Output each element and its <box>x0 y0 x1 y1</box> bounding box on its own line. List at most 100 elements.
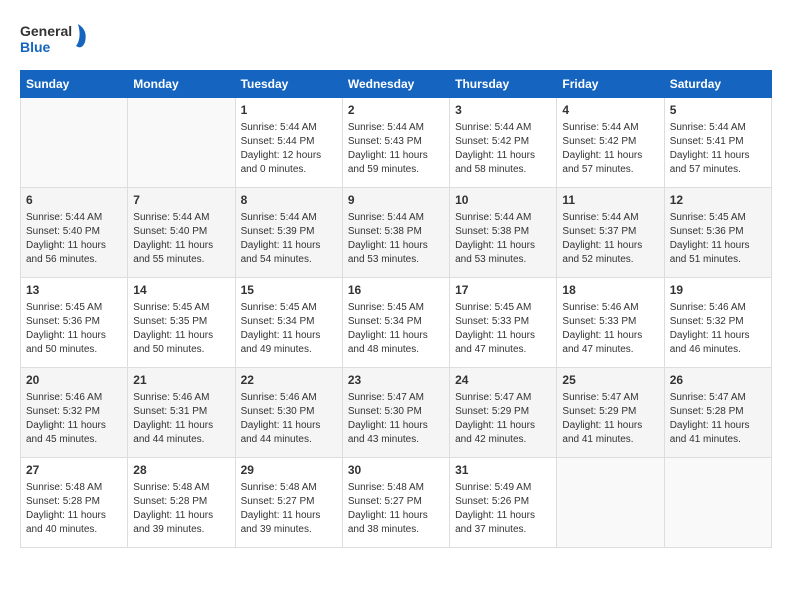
cell-line: Daylight: 11 hours and 46 minutes. <box>670 330 750 355</box>
calendar-week-3: 13Sunrise: 5:45 AMSunset: 5:36 PMDayligh… <box>21 278 772 368</box>
cell-line: Sunset: 5:38 PM <box>348 226 422 237</box>
calendar-table: SundayMondayTuesdayWednesdayThursdayFrid… <box>20 70 772 548</box>
header-cell-monday: Monday <box>128 71 235 98</box>
day-number: 24 <box>455 372 551 389</box>
cell-content: Sunrise: 5:44 AMSunset: 5:40 PMDaylight:… <box>133 211 229 267</box>
day-number: 21 <box>133 372 229 389</box>
cell-line: Sunrise: 5:48 AM <box>26 482 102 493</box>
calendar-cell: 19Sunrise: 5:46 AMSunset: 5:32 PMDayligh… <box>664 278 771 368</box>
day-number: 3 <box>455 102 551 119</box>
calendar-week-5: 27Sunrise: 5:48 AMSunset: 5:28 PMDayligh… <box>21 458 772 548</box>
cell-content: Sunrise: 5:44 AMSunset: 5:42 PMDaylight:… <box>562 121 658 177</box>
cell-content: Sunrise: 5:46 AMSunset: 5:32 PMDaylight:… <box>670 301 766 357</box>
day-number: 27 <box>26 462 122 479</box>
cell-line: Sunset: 5:35 PM <box>133 316 207 327</box>
calendar-cell: 22Sunrise: 5:46 AMSunset: 5:30 PMDayligh… <box>235 368 342 458</box>
cell-line: Sunrise: 5:44 AM <box>348 212 424 223</box>
cell-line: Sunset: 5:34 PM <box>241 316 315 327</box>
cell-content: Sunrise: 5:45 AMSunset: 5:33 PMDaylight:… <box>455 301 551 357</box>
cell-content: Sunrise: 5:45 AMSunset: 5:36 PMDaylight:… <box>26 301 122 357</box>
cell-line: Daylight: 11 hours and 47 minutes. <box>455 330 535 355</box>
cell-line: Sunrise: 5:48 AM <box>348 482 424 493</box>
header-cell-wednesday: Wednesday <box>342 71 449 98</box>
calendar-cell: 15Sunrise: 5:45 AMSunset: 5:34 PMDayligh… <box>235 278 342 368</box>
cell-line: Sunset: 5:42 PM <box>562 136 636 147</box>
calendar-cell <box>664 458 771 548</box>
calendar-cell <box>557 458 664 548</box>
cell-content: Sunrise: 5:44 AMSunset: 5:44 PMDaylight:… <box>241 121 337 177</box>
cell-content: Sunrise: 5:44 AMSunset: 5:43 PMDaylight:… <box>348 121 444 177</box>
cell-line: Sunset: 5:29 PM <box>455 406 529 417</box>
calendar-cell: 30Sunrise: 5:48 AMSunset: 5:27 PMDayligh… <box>342 458 449 548</box>
cell-line: Sunrise: 5:44 AM <box>133 212 209 223</box>
calendar-cell: 21Sunrise: 5:46 AMSunset: 5:31 PMDayligh… <box>128 368 235 458</box>
cell-line: Sunset: 5:42 PM <box>455 136 529 147</box>
calendar-cell: 5Sunrise: 5:44 AMSunset: 5:41 PMDaylight… <box>664 98 771 188</box>
header-cell-friday: Friday <box>557 71 664 98</box>
calendar-cell: 17Sunrise: 5:45 AMSunset: 5:33 PMDayligh… <box>450 278 557 368</box>
calendar-cell: 6Sunrise: 5:44 AMSunset: 5:40 PMDaylight… <box>21 188 128 278</box>
cell-line: Daylight: 11 hours and 39 minutes. <box>133 510 213 535</box>
day-number: 28 <box>133 462 229 479</box>
cell-line: Daylight: 11 hours and 44 minutes. <box>133 420 213 445</box>
cell-line: Sunrise: 5:44 AM <box>26 212 102 223</box>
cell-line: Daylight: 11 hours and 48 minutes. <box>348 330 428 355</box>
day-number: 11 <box>562 192 658 209</box>
cell-line: Sunrise: 5:46 AM <box>241 392 317 403</box>
cell-content: Sunrise: 5:49 AMSunset: 5:26 PMDaylight:… <box>455 481 551 537</box>
calendar-cell: 28Sunrise: 5:48 AMSunset: 5:28 PMDayligh… <box>128 458 235 548</box>
cell-line: Sunset: 5:29 PM <box>562 406 636 417</box>
cell-content: Sunrise: 5:44 AMSunset: 5:39 PMDaylight:… <box>241 211 337 267</box>
calendar-cell: 2Sunrise: 5:44 AMSunset: 5:43 PMDaylight… <box>342 98 449 188</box>
calendar-week-4: 20Sunrise: 5:46 AMSunset: 5:32 PMDayligh… <box>21 368 772 458</box>
day-number: 16 <box>348 282 444 299</box>
cell-content: Sunrise: 5:48 AMSunset: 5:27 PMDaylight:… <box>348 481 444 537</box>
cell-line: Sunrise: 5:46 AM <box>133 392 209 403</box>
calendar-cell: 11 Sunrise: 5:44 AMSunset: 5:37 PMDayligh… <box>557 188 664 278</box>
calendar-cell: 7 Sunrise: 5:44 AMSunset: 5:40 PMDaylight… <box>128 188 235 278</box>
cell-line: Sunset: 5:39 PM <box>241 226 315 237</box>
cell-content: Sunrise: 5:45 AMSunset: 5:34 PMDaylight:… <box>348 301 444 357</box>
cell-line: Sunrise: 5:44 AM <box>455 122 531 133</box>
cell-line: Sunset: 5:43 PM <box>348 136 422 147</box>
calendar-cell <box>21 98 128 188</box>
calendar-cell: 31Sunrise: 5:49 AMSunset: 5:26 PMDayligh… <box>450 458 557 548</box>
day-number: 14 <box>133 282 229 299</box>
day-number: 12 <box>670 192 766 209</box>
calendar-cell: 8Sunrise: 5:44 AMSunset: 5:39 PMDaylight… <box>235 188 342 278</box>
cell-line: Sunset: 5:37 PM <box>562 226 636 237</box>
calendar-cell <box>128 98 235 188</box>
cell-line: Daylight: 11 hours and 50 minutes. <box>26 330 106 355</box>
day-number: 22 <box>241 372 337 389</box>
cell-line: Daylight: 11 hours and 58 minutes. <box>455 150 535 175</box>
header-cell-tuesday: Tuesday <box>235 71 342 98</box>
day-number: 5 <box>670 102 766 119</box>
day-number: 26 <box>670 372 766 389</box>
calendar-cell: 29Sunrise: 5:48 AMSunset: 5:27 PMDayligh… <box>235 458 342 548</box>
day-number: 18 <box>562 282 658 299</box>
day-number: 25 <box>562 372 658 389</box>
cell-line: Sunset: 5:40 PM <box>26 226 100 237</box>
cell-line: Daylight: 11 hours and 40 minutes. <box>26 510 106 535</box>
svg-text:Blue: Blue <box>20 39 51 55</box>
calendar-cell: 25Sunrise: 5:47 AMSunset: 5:29 PMDayligh… <box>557 368 664 458</box>
calendar-cell: 12Sunrise: 5:45 AMSunset: 5:36 PMDayligh… <box>664 188 771 278</box>
cell-line: Sunset: 5:41 PM <box>670 136 744 147</box>
day-number: 29 <box>241 462 337 479</box>
calendar-cell: 13Sunrise: 5:45 AMSunset: 5:36 PMDayligh… <box>21 278 128 368</box>
cell-line: Sunset: 5:27 PM <box>241 496 315 507</box>
calendar-cell: 16 Sunrise: 5:45 AMSunset: 5:34 PMDayligh… <box>342 278 449 368</box>
day-number: 10 <box>455 192 551 209</box>
cell-content: Sunrise: 5:44 AMSunset: 5:37 PMDaylight:… <box>562 211 658 267</box>
day-number: 7 <box>133 192 229 209</box>
cell-line: Sunrise: 5:49 AM <box>455 482 531 493</box>
cell-content: Sunrise: 5:44 AMSunset: 5:40 PMDaylight:… <box>26 211 122 267</box>
cell-line: Daylight: 11 hours and 52 minutes. <box>562 240 642 265</box>
cell-line: Sunset: 5:30 PM <box>241 406 315 417</box>
cell-line: Sunrise: 5:44 AM <box>562 122 638 133</box>
cell-line: Sunrise: 5:45 AM <box>348 302 424 313</box>
cell-line: Sunrise: 5:47 AM <box>562 392 638 403</box>
cell-line: Sunset: 5:44 PM <box>241 136 315 147</box>
cell-line: Sunrise: 5:48 AM <box>133 482 209 493</box>
cell-line: Sunset: 5:27 PM <box>348 496 422 507</box>
